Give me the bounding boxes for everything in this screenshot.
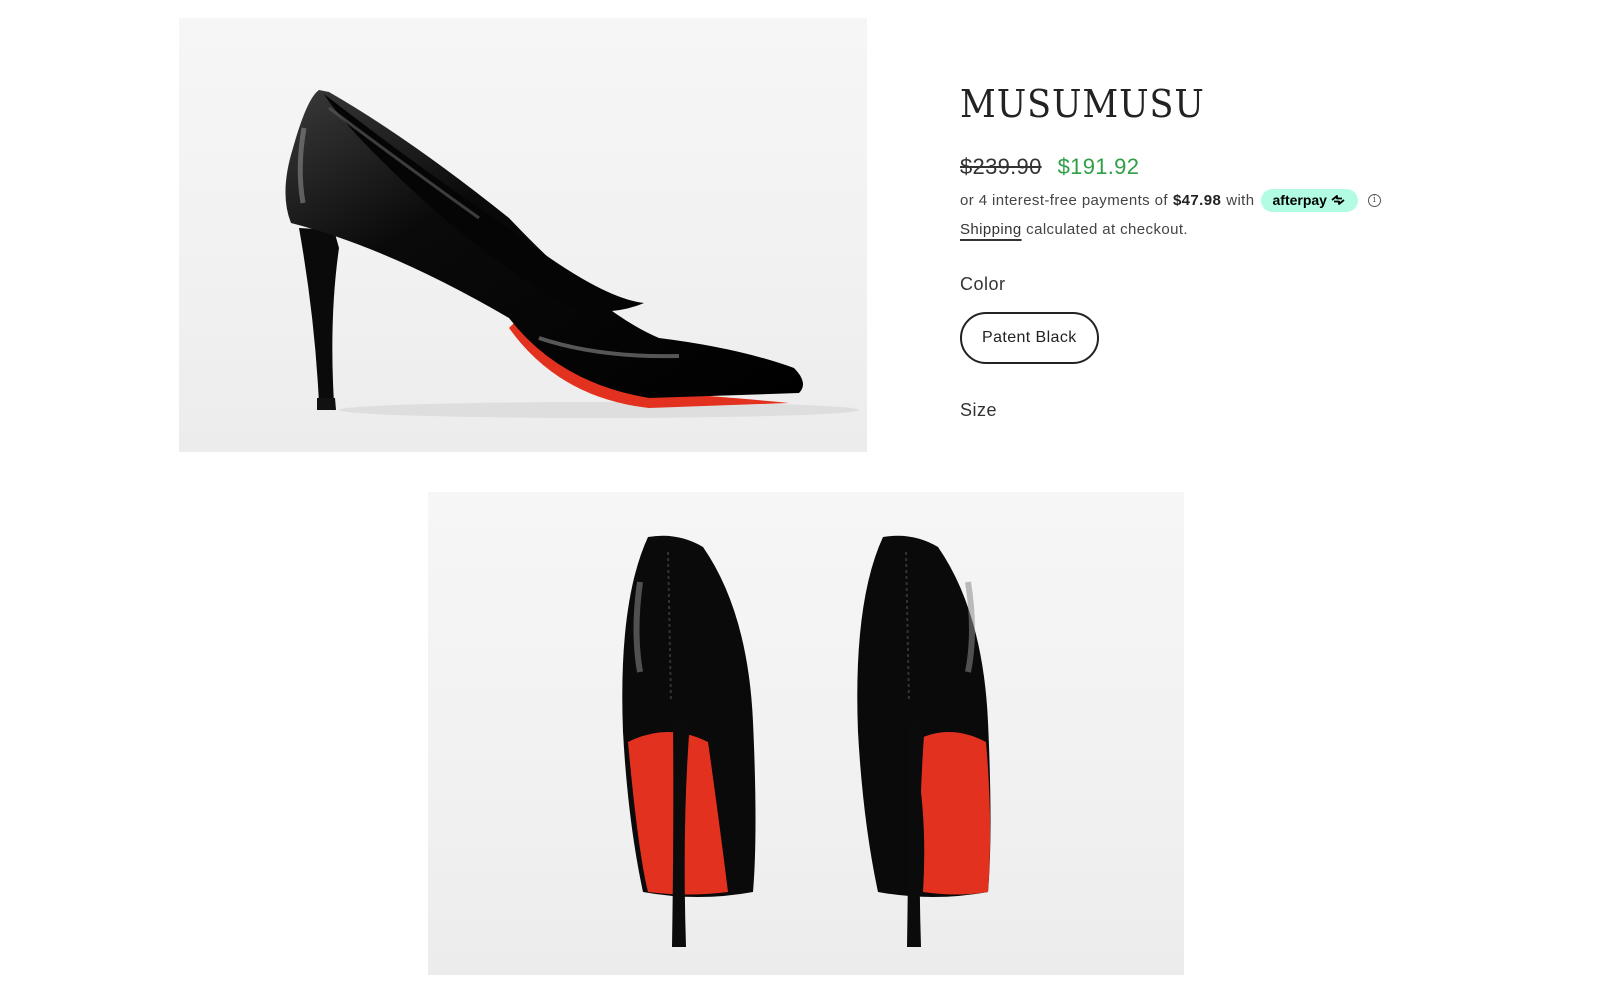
left-shoe-shape <box>622 535 756 947</box>
product-image-side[interactable] <box>179 18 867 452</box>
black-pumps-back-illustration <box>622 535 991 947</box>
color-option-patent-black[interactable]: Patent Black <box>960 311 1099 364</box>
shipping-text: calculated at checkout. <box>1026 220 1188 238</box>
size-option-label: Size <box>960 399 998 420</box>
afterpay-message: or 4 interest-free payments of $47.98 wi… <box>960 188 1560 212</box>
price-row: $239.90 $191.92 <box>960 154 1560 180</box>
afterpay-suffix: with <box>1226 191 1255 209</box>
shipping-policy: Shipping calculated at checkout. <box>960 221 1560 238</box>
afterpay-loop-icon <box>1331 194 1345 205</box>
color-option-label: Color <box>960 273 1006 294</box>
product-image-back[interactable] <box>428 492 1184 975</box>
compare-at-price: $239.90 <box>960 153 1042 179</box>
afterpay-badge-label: afterpay <box>1272 191 1327 208</box>
afterpay-badge[interactable]: afterpay <box>1260 188 1358 212</box>
right-shoe-shape <box>857 535 991 947</box>
black-pump-side-illustration <box>285 90 859 418</box>
info-icon[interactable]: i <box>1367 193 1381 207</box>
product-vendor: MUSUMUSU <box>960 82 1205 126</box>
product-info: MUSUMUSU $239.90 $191.92 or 4 interest-f… <box>960 82 1560 421</box>
afterpay-prefix: or 4 interest-free payments of <box>960 191 1168 209</box>
afterpay-installment-amount: $47.98 <box>1172 191 1222 209</box>
sale-price: $191.92 <box>1057 153 1140 179</box>
shipping-link[interactable]: Shipping <box>960 221 1022 238</box>
